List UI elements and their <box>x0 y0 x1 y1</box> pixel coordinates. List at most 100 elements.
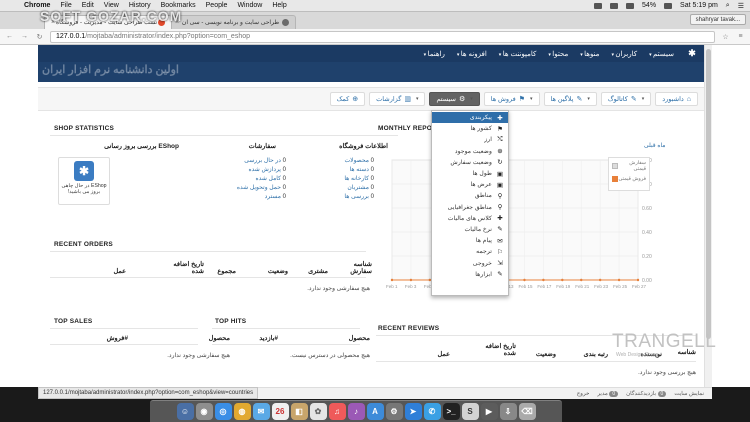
spotlight-icon[interactable]: ⌕ <box>726 2 730 10</box>
camera-icon[interactable] <box>594 2 603 9</box>
battery-icon[interactable] <box>664 2 673 9</box>
menu-item-zones[interactable]: ⚲ مناطق <box>432 190 508 201</box>
menu-item-lengths[interactable]: ▣ طول ها <box>432 168 508 179</box>
menu-item-messages[interactable]: ✉ پیام ها <box>432 235 508 246</box>
finder-icon[interactable]: ☺ <box>176 403 194 420</box>
reports-button[interactable]: ▥گزارشات <box>369 92 426 106</box>
notification-icon[interactable]: ☰ <box>738 2 744 10</box>
os-menu-item[interactable]: Edit <box>82 2 94 9</box>
stat-reviews[interactable]: 0 بررسی ها <box>344 193 374 200</box>
app-store-icon[interactable]: A <box>366 403 384 420</box>
system-preferences-icon[interactable]: ⚙ <box>385 403 403 420</box>
menu-item-widths[interactable]: ▣ عرض ها <box>432 179 508 190</box>
messages-icon[interactable]: ✆ <box>423 403 441 420</box>
reload-icon[interactable]: ↻ <box>35 33 44 41</box>
launchpad-icon[interactable]: ◉ <box>195 403 213 420</box>
close-tab-icon[interactable]: × <box>51 19 55 26</box>
stat-processed[interactable]: 0 پردازش شده <box>248 166 286 173</box>
menu-item-geozones[interactable]: ⚲ مناطق جغرافیایی <box>432 202 508 213</box>
close-tab-icon[interactable]: × <box>175 19 179 26</box>
menu-item-translation[interactable]: ⚐ ترجمه <box>432 246 508 257</box>
back-icon[interactable]: ← <box>5 33 14 40</box>
calendar-icon[interactable]: 26 <box>271 403 289 420</box>
menu-icon[interactable]: ≡ <box>736 33 745 40</box>
admins-count[interactable]: 0 مدیر <box>597 390 619 397</box>
terminal-icon[interactable]: >_ <box>442 403 460 420</box>
battery-percent[interactable]: 54% <box>642 2 656 9</box>
view-site-link[interactable]: نمایش سایت <box>674 391 704 397</box>
stat-customers[interactable]: 0 مشتریان <box>347 184 374 191</box>
nav-extensions[interactable]: افزونه ها <box>457 50 487 58</box>
star-icon[interactable]: ☆ <box>721 33 730 41</box>
menu-item-tax-classes[interactable]: ✚ کلاس های مالیات <box>432 213 508 224</box>
stat-products[interactable]: 0 محصولات <box>345 157 374 164</box>
x-tick-label: Feb 3 <box>405 284 417 289</box>
stat-manufacturers[interactable]: 0 کارخانه ها <box>344 175 374 182</box>
skype-icon[interactable]: S <box>461 403 479 420</box>
nav-menus[interactable]: منوها <box>580 50 599 58</box>
wifi-icon[interactable] <box>610 2 619 9</box>
photos-icon[interactable]: ✿ <box>309 403 327 420</box>
os-app-name[interactable]: Chrome <box>24 2 50 9</box>
help-button[interactable]: ⊕ کمک <box>329 92 366 106</box>
data-point <box>523 278 526 282</box>
menu-item-countries[interactable]: ⚑ کشور ها <box>432 123 508 134</box>
stat-pending[interactable]: 0 در حال بررسی <box>244 157 286 164</box>
os-menu-item[interactable]: Help <box>272 2 286 9</box>
browser-profile-button[interactable]: shahryar tavak... <box>689 14 746 25</box>
nav-content[interactable]: محتوا <box>548 50 568 58</box>
nav-components[interactable]: کامپوننت ها <box>499 50 537 58</box>
catalog-button[interactable]: ✎کاتالوگ <box>600 92 652 106</box>
stat-complete[interactable]: 0 کامل شده <box>256 175 286 182</box>
os-menu-item[interactable]: History <box>129 2 151 9</box>
itunes-icon[interactable]: ♪ <box>347 403 365 420</box>
stat-categories[interactable]: 0 دسته ها <box>350 166 374 173</box>
chrome-icon[interactable]: ◍ <box>233 403 251 420</box>
screenflow-icon[interactable]: ▶ <box>480 403 498 420</box>
browser-tab[interactable]: تست طراحی سایت - مدیریت - فروشگاه × <box>44 15 172 29</box>
telegram-icon[interactable]: ➤ <box>404 403 422 420</box>
joomla-logo-icon[interactable]: ✱ <box>686 48 698 60</box>
downloads-icon[interactable]: ⇩ <box>499 403 517 420</box>
os-menu-item[interactable]: Bookmarks <box>161 2 196 9</box>
safari-icon[interactable]: ◎ <box>214 403 232 420</box>
nav-help[interactable]: راهنما <box>424 50 445 58</box>
forward-icon[interactable]: → <box>20 33 29 40</box>
visitors-count[interactable]: 0 بازدیدکنندگان <box>626 390 667 397</box>
os-menu-item[interactable]: Window <box>237 2 262 9</box>
contacts-icon[interactable]: ◧ <box>290 403 308 420</box>
scrollbar-thumb[interactable] <box>706 49 711 339</box>
trash-icon[interactable]: ⌫ <box>518 403 536 420</box>
nav-system[interactable]: سیستم <box>649 50 674 58</box>
stat-refunded[interactable]: 0 مسترد <box>265 193 286 200</box>
os-menu-item[interactable]: View <box>104 2 119 9</box>
update-check-box[interactable]: ✱ EShop در حال چاهی بروز می باشید! <box>58 157 110 205</box>
month-select[interactable]: ماه قبلی <box>644 142 666 149</box>
clock[interactable]: Sat 5:19 pm <box>680 2 718 9</box>
divider <box>50 135 398 136</box>
x-tick-label: Feb 21 <box>575 284 590 289</box>
menu-item-stock-status[interactable]: ⊕ وضعیت موجود <box>432 146 508 157</box>
menu-item-exports[interactable]: ⇲ خروجی <box>432 257 508 268</box>
menu-item-order-status[interactable]: ↻ وضعیت سفارش <box>432 157 508 168</box>
menu-item-configuration[interactable]: ✚ پیکربندی <box>432 112 508 124</box>
orders-empty-message: هیچ سفارشی وجود ندارد. <box>307 286 370 292</box>
sales-button[interactable]: ⚑فروش ها <box>483 92 540 106</box>
mail-icon[interactable]: ✉ <box>252 403 270 420</box>
music-icon[interactable]: ♫ <box>328 403 346 420</box>
menu-item-tools[interactable]: ✎ ابزارها <box>432 269 508 280</box>
system-button[interactable]: ⚙سیستم <box>429 92 480 106</box>
plugins-button[interactable]: ✎پلاگین ها <box>543 92 597 106</box>
volume-icon[interactable] <box>626 2 635 9</box>
logout-link[interactable]: خروج <box>577 391 590 397</box>
menu-item-tax-rates[interactable]: ✎ نرخ مالیات <box>432 224 508 235</box>
menu-item-currencies[interactable]: ⤭ ارز <box>432 134 508 145</box>
dashboard-button[interactable]: ⌂ داشبورد <box>655 92 698 106</box>
os-menu-item[interactable]: People <box>206 2 228 9</box>
os-menu-item[interactable]: File <box>60 2 71 9</box>
browser-tab[interactable]: طراحی سایت و برنامه نویسی - سی ان × <box>168 15 296 29</box>
nav-users[interactable]: کاربران <box>611 50 637 58</box>
url-input[interactable]: 127.0.0.1 /mojtaba/administrator/index.p… <box>50 30 715 43</box>
stat-shipped[interactable]: 0 حمل وتحویل شده <box>237 184 286 191</box>
col-rating: رتبه بندی <box>583 351 608 358</box>
